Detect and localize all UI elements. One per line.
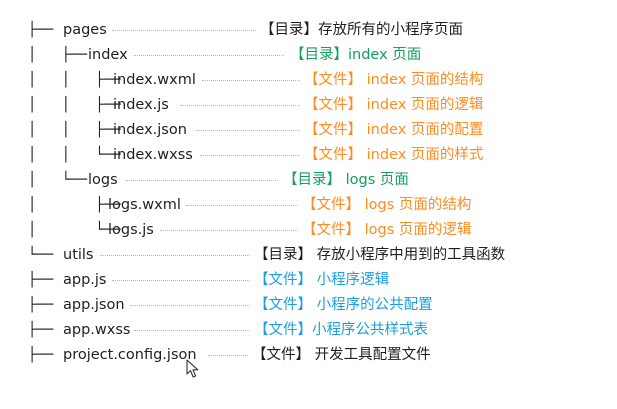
leader-dots bbox=[134, 55, 284, 56]
tree-branch: │ ├── bbox=[28, 47, 96, 63]
leader-dots bbox=[208, 355, 248, 356]
tree-row-index-wxss: │ │ └── index.wxss 【文件】 index 页面的样式 bbox=[0, 143, 617, 168]
file-name-index-wxss: index.wxss bbox=[113, 147, 193, 163]
file-name-logs-wxml: logs.wxml bbox=[108, 197, 181, 213]
leader-dots bbox=[112, 30, 256, 31]
tree-row-index-wxml: │ │ ├── index.wxml 【文件】 index 页面的结构 bbox=[0, 68, 617, 93]
description-pages: 【目录】存放所有的小程序页面 bbox=[260, 22, 463, 38]
mouse-pointer-icon bbox=[186, 359, 199, 378]
tree-branch: ├── bbox=[28, 22, 62, 38]
leader-dots bbox=[196, 130, 300, 131]
description-logs: 【目录】 logs 页面 bbox=[283, 172, 409, 188]
tree-row-utils: └── utils 【目录】 存放小程序中用到的工具函数 bbox=[0, 243, 617, 268]
tree-row-index: │ ├── index 【目录】index 页面 bbox=[0, 43, 617, 68]
folder-name-pages: pages bbox=[63, 22, 107, 38]
folder-name-logs: logs bbox=[88, 172, 118, 188]
tree-row-app-json: ├── app.json 【文件】 小程序的公共配置 bbox=[0, 293, 617, 318]
file-name-index-js: index.js bbox=[113, 97, 169, 113]
leader-dots bbox=[180, 105, 300, 106]
tree-branch: ├── bbox=[28, 297, 62, 313]
description-index-json: 【文件】 index 页面的配置 bbox=[304, 122, 484, 138]
file-name-project-config: project.config.json bbox=[63, 347, 197, 363]
file-name-app-js: app.js bbox=[63, 272, 107, 288]
tree-row-app-js: ├── app.js 【文件】 小程序逻辑 bbox=[0, 268, 617, 293]
tree-row-app-wxss: ├── app.wxss 【文件】小程序公共样式表 bbox=[0, 318, 617, 343]
folder-name-utils: utils bbox=[63, 247, 94, 263]
leader-dots bbox=[202, 80, 300, 81]
leader-dots bbox=[200, 155, 300, 156]
description-utils: 【目录】 存放小程序中用到的工具函数 bbox=[254, 247, 506, 263]
leader-dots bbox=[112, 280, 250, 281]
description-index-js: 【文件】 index 页面的逻辑 bbox=[304, 97, 484, 113]
leader-dots bbox=[126, 180, 278, 181]
project-directory-tree: ├── pages 【目录】存放所有的小程序页面 │ ├── index 【目录… bbox=[0, 0, 617, 409]
leader-dots bbox=[100, 255, 250, 256]
leader-dots bbox=[134, 330, 250, 331]
description-app-wxss: 【文件】小程序公共样式表 bbox=[254, 322, 428, 338]
tree-row-logs: │ └── logs 【目录】 logs 页面 bbox=[0, 168, 617, 193]
tree-branch: ├── bbox=[28, 322, 62, 338]
description-app-js: 【文件】 小程序逻辑 bbox=[254, 272, 390, 288]
folder-name-index: index bbox=[88, 47, 128, 63]
description-project-config: 【文件】 开发工具配置文件 bbox=[252, 347, 431, 363]
tree-row-index-json: │ │ ├── index.json 【文件】 index 页面的配置 bbox=[0, 118, 617, 143]
file-name-index-json: index.json bbox=[113, 122, 187, 138]
tree-row-index-js: │ │ ├── index.js 【文件】 index 页面的逻辑 bbox=[0, 93, 617, 118]
description-index-wxss: 【文件】 index 页面的样式 bbox=[304, 147, 484, 163]
file-name-index-wxml: index.wxml bbox=[113, 72, 196, 88]
description-index-wxml: 【文件】 index 页面的结构 bbox=[304, 72, 484, 88]
tree-row-pages: ├── pages 【目录】存放所有的小程序页面 bbox=[0, 18, 617, 43]
leader-dots bbox=[160, 230, 298, 231]
file-name-app-json: app.json bbox=[63, 297, 125, 313]
tree-branch: └── bbox=[28, 247, 62, 263]
tree-row-project-config: ├── project.config.json 【文件】 开发工具配置文件 bbox=[0, 343, 617, 368]
tree-branch: ├── bbox=[28, 272, 62, 288]
tree-row-logs-js: │ └── logs.js 【文件】 logs 页面的逻辑 bbox=[0, 218, 617, 243]
leader-dots bbox=[186, 205, 298, 206]
description-app-json: 【文件】 小程序的公共配置 bbox=[254, 297, 433, 313]
tree-branch: ├── bbox=[28, 347, 62, 363]
description-logs-js: 【文件】 logs 页面的逻辑 bbox=[302, 222, 472, 238]
tree-branch: │ └── bbox=[28, 172, 96, 188]
description-index: 【目录】index 页面 bbox=[290, 47, 422, 63]
tree-row-logs-wxml: │ ├── logs.wxml 【文件】 logs 页面的结构 bbox=[0, 193, 617, 218]
file-name-logs-js: logs.js bbox=[108, 222, 154, 238]
leader-dots bbox=[130, 305, 250, 306]
description-logs-wxml: 【文件】 logs 页面的结构 bbox=[302, 197, 472, 213]
file-name-app-wxss: app.wxss bbox=[63, 322, 131, 338]
